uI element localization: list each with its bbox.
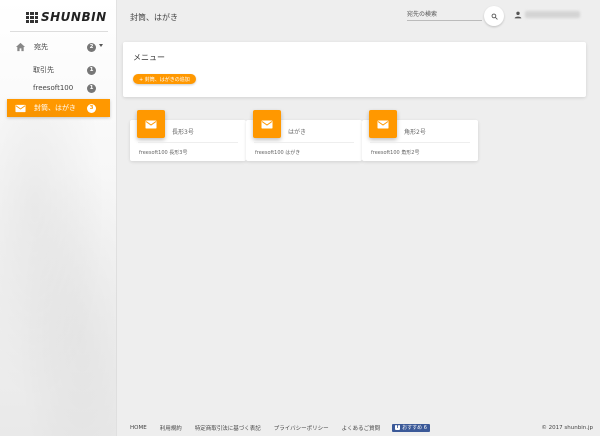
envelope-icon (369, 110, 397, 138)
footer: HOME 利用規約 特定商取引法に基づく表記 プライバシーポリシー よくあるご質… (117, 419, 600, 436)
chevron-down-icon[interactable] (99, 44, 103, 47)
card-description: freesoft100 はがき (255, 150, 301, 156)
sidebar-item-label: 宛先 (34, 43, 48, 51)
logo-mark-icon (26, 11, 38, 23)
footer-link-privacy[interactable]: プライバシーポリシー (274, 424, 329, 432)
shunbin-logo[interactable]: SHUNBIN (26, 10, 107, 24)
envelope-icon (253, 110, 281, 138)
home-icon (14, 41, 26, 53)
sidebar-item-clients[interactable]: 取引先 1 (7, 61, 110, 79)
search-button[interactable] (484, 6, 504, 26)
sidebar-item-freesoft100[interactable]: freesoft100 1 (7, 79, 110, 97)
top-bar: 封筒、はがき (117, 0, 600, 33)
sidebar: SHUNBIN 宛先 2 取引先 1 freesoft100 1 封筒、はがき … (0, 0, 117, 436)
footer-link-faq[interactable]: よくあるご質問 (342, 424, 381, 432)
menu-title: メニュー (133, 53, 165, 62)
card-divider (254, 142, 354, 143)
sidebar-divider (10, 31, 108, 32)
card-title: はがき (288, 129, 307, 136)
count-badge: 3 (87, 103, 96, 113)
sidebar-item-label: 取引先 (33, 66, 54, 74)
sidebar-item-envelopes[interactable]: 封筒、はがき 3 (7, 99, 110, 117)
facebook-recommend-button[interactable]: f おすすめ 6 (392, 423, 430, 432)
menu-card: メニュー + 封筒、はがきの追加 (123, 42, 586, 97)
envelope-card[interactable]: 長形3号 freesoft100 長形3号 (130, 110, 246, 161)
card-divider (138, 142, 238, 143)
count-badge: 1 (87, 83, 96, 93)
add-envelope-button[interactable]: + 封筒、はがきの追加 (133, 74, 196, 84)
card-title: 長形3号 (172, 129, 194, 136)
footer-link-home[interactable]: HOME (130, 425, 147, 431)
footer-link-commerce-law[interactable]: 特定商取引法に基づく表記 (195, 424, 261, 432)
card-description: freesoft100 角形2号 (371, 150, 420, 156)
envelope-card[interactable]: はがき freesoft100 はがき (246, 110, 362, 161)
count-badge: 1 (87, 65, 96, 75)
envelope-icon (137, 110, 165, 138)
user-name[interactable] (525, 11, 580, 18)
logo-text: SHUNBIN (41, 10, 107, 24)
count-badge: 2 (87, 42, 96, 52)
card-title: 角形2号 (404, 129, 426, 136)
envelope-card[interactable]: 角形2号 freesoft100 角形2号 (362, 110, 478, 161)
card-description: freesoft100 長形3号 (139, 150, 188, 156)
sidebar-item-recipients[interactable]: 宛先 2 (7, 38, 110, 56)
card-divider (370, 142, 470, 143)
footer-link-terms[interactable]: 利用規約 (160, 424, 182, 432)
sidebar-item-label: freesoft100 (33, 84, 74, 92)
facebook-icon: f (395, 425, 401, 430)
copyright: © 2017 shunbin.jp (541, 424, 593, 431)
sidebar-item-label: 封筒、はがき (34, 104, 76, 112)
page-title: 封筒、はがき (130, 13, 178, 22)
mail-icon (14, 102, 26, 114)
search-icon (491, 13, 498, 20)
user-icon[interactable] (514, 11, 522, 19)
facebook-recommend-label: おすすめ 6 (402, 425, 427, 431)
search-input[interactable] (407, 9, 482, 21)
